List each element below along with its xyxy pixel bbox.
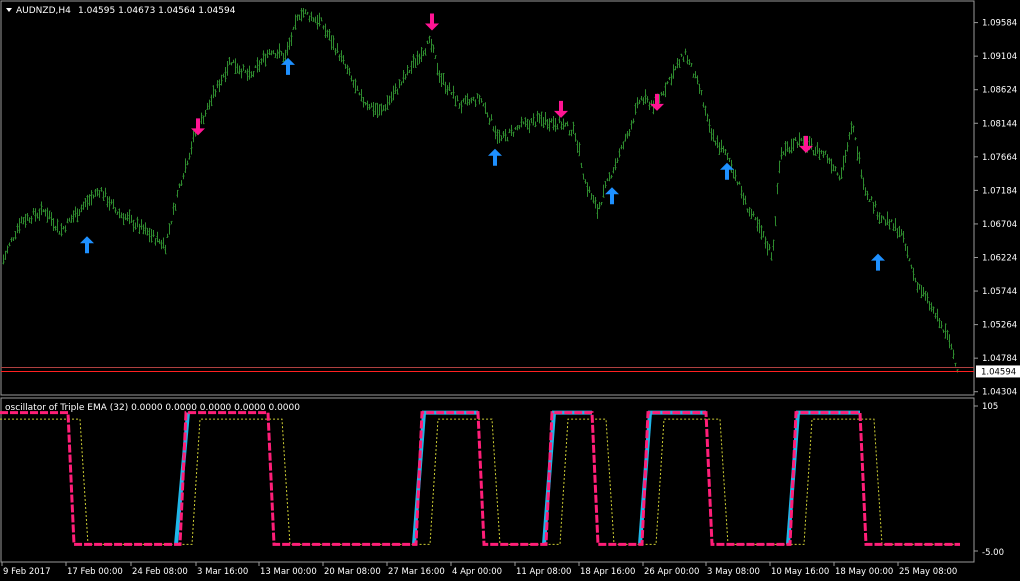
time-tick-label: 13 Mar 00:00 [260, 567, 317, 577]
time-tick-label: 24 Feb 08:00 [132, 567, 188, 577]
chart-area[interactable]: 1.09584 1.09104 1.08624 1.08144 1.07664 1.071… [0, 0, 1020, 581]
price-tick-label: 1.06224 [982, 253, 1017, 263]
price-tick-label: 1.07664 [982, 153, 1017, 163]
indicator-scale-bottom: -5.00 [982, 548, 1004, 558]
symbol-label: AUDNZD,H4 [16, 6, 71, 16]
time-tick-label: 3 Mar 16:00 [197, 567, 248, 577]
time-tick-label: 26 Apr 00:00 [644, 567, 699, 577]
time-tick-label: 20 Mar 08:00 [324, 567, 381, 577]
time-tick-label: 11 Apr 08:00 [516, 567, 571, 577]
price-tick-label: 1.06704 [982, 220, 1017, 230]
price-tick-label: 1.09584 [982, 19, 1017, 29]
price-tick-label: 1.09104 [982, 52, 1017, 62]
time-tick-label: 18 Apr 16:00 [580, 567, 635, 577]
price-tick-label: 1.05744 [982, 287, 1017, 297]
time-tick-label: 10 May 16:00 [771, 567, 829, 577]
price-tick-label: 1.04784 [982, 354, 1017, 364]
price-tick-label: 1.07184 [982, 186, 1017, 196]
time-tick-label: 3 May 08:00 [707, 567, 760, 577]
time-tick-label: 25 May 08:00 [899, 567, 957, 577]
indicator-title: oscillator of Triple EMA (32) 0.0000 0.0… [5, 403, 300, 413]
price-tick-label: 1.08144 [982, 119, 1017, 129]
price-tick-label: 1.05264 [982, 321, 1017, 331]
time-tick-label: 4 Apr 00:00 [452, 567, 502, 577]
indicator-scale-top: 105 [982, 402, 998, 412]
time-tick-label: 18 May 00:00 [835, 567, 893, 577]
price-tick-label: 1.08624 [982, 86, 1017, 96]
ohlc-label: 1.04595 1.04673 1.04564 1.04594 [78, 6, 236, 16]
current-price-label: 1.04594 [981, 367, 1016, 377]
time-tick-label: 27 Mar 16:00 [388, 567, 445, 577]
price-tick-label: 1.04304 [982, 388, 1017, 398]
time-tick-label: 17 Feb 00:00 [67, 567, 123, 577]
time-tick-label: 9 Feb 2017 [3, 567, 51, 577]
